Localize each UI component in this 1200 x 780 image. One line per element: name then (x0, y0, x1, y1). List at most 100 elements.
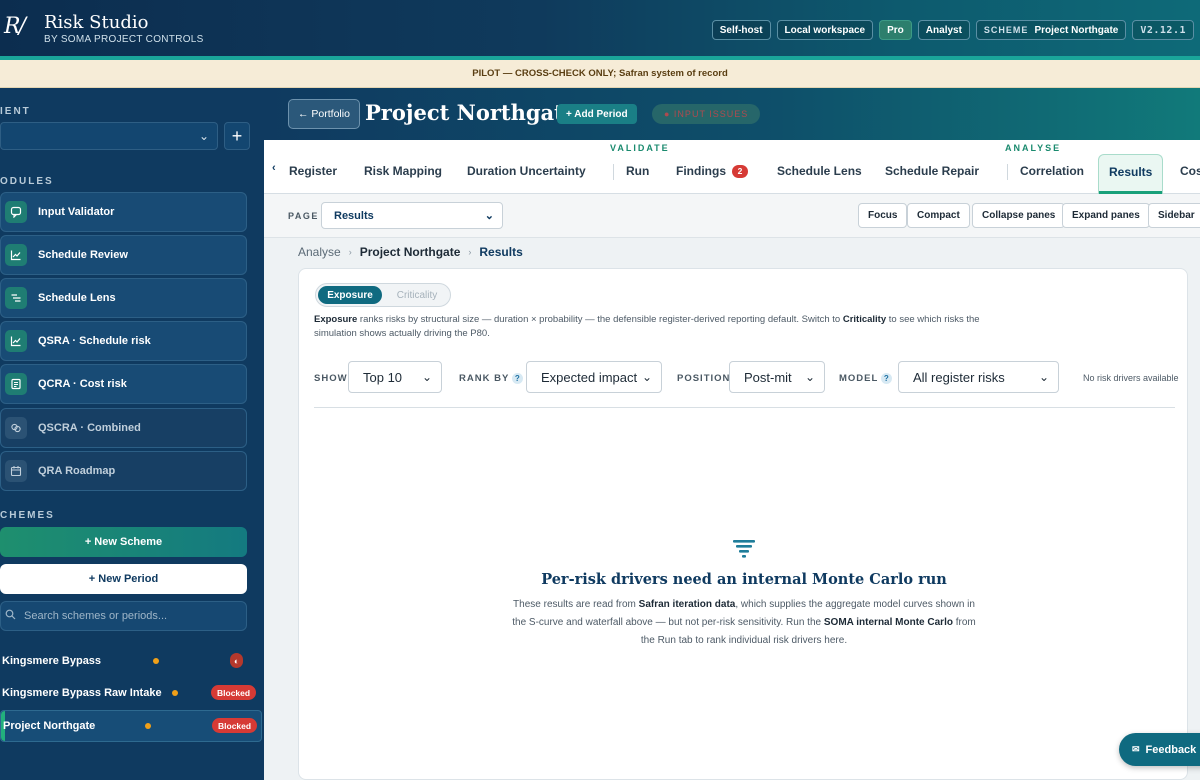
help-icon[interactable]: ? (512, 373, 524, 384)
tab-register[interactable]: Register (289, 164, 337, 178)
feedback-label: Feedback (1145, 743, 1197, 756)
pro-pill[interactable]: Pro (879, 20, 912, 40)
sidebar-button[interactable]: Sidebar (1148, 203, 1200, 228)
tab-correlation[interactable]: Correlation (1020, 164, 1084, 178)
search-placeholder: Search schemes or periods... (24, 610, 168, 622)
tab-group-analyse: ANALYSE (1005, 143, 1062, 153)
app-header: R/ Risk Studio BY SOMA PROJECT CONTROLS … (0, 0, 1200, 56)
module-qcra[interactable]: QCRA · Cost risk (0, 364, 247, 404)
rank-by-select-value: Expected impact (541, 369, 638, 385)
tab-schedule-repair[interactable]: Schedule Repair (885, 164, 979, 178)
scheme-pill[interactable]: SCHEME Project Northgate (975, 20, 1127, 40)
controls-divider (314, 407, 1175, 408)
scheme-row-kingsmere[interactable]: Kingsmere Bypass ◐ (0, 645, 262, 677)
scheme-pill-key: SCHEME (983, 25, 1029, 35)
module-label: QSCRA · Combined (38, 422, 141, 434)
compact-button[interactable]: Compact (907, 203, 970, 228)
module-schedule-lens[interactable]: Schedule Lens (0, 278, 247, 318)
rank-by-label: RANK BY? (459, 373, 524, 384)
chevron-down-icon: ⌄ (804, 370, 815, 384)
header-pills: Self-host Local workspace Pro Analyst SC… (711, 20, 1194, 40)
toggle-exposure[interactable]: Exposure (318, 286, 382, 304)
model-select[interactable]: All register risks ⌄ (898, 361, 1059, 393)
module-qscra[interactable]: QSCRA · Combined (0, 408, 247, 448)
exposure-criticality-toggle[interactable]: Exposure Criticality (315, 283, 451, 307)
status-dot (145, 723, 151, 729)
scheme-row-kingsmere-raw[interactable]: Kingsmere Bypass Raw Intake Blocked (0, 677, 262, 709)
rank-by-select[interactable]: Expected impact ⌄ (526, 361, 662, 393)
position-select-value: Post-mit (744, 369, 792, 385)
doc-icon (5, 373, 27, 395)
project-header: ← Portfolio Project Northgate + Add Peri… (264, 88, 1200, 140)
workspace-pill[interactable]: Local workspace (776, 20, 874, 40)
chevron-down-icon: ⌄ (198, 129, 209, 143)
breadcrumb-separator: › (468, 247, 472, 257)
chevron-down-icon: ⌄ (1038, 370, 1049, 384)
model-label: MODEL? (839, 373, 893, 384)
chart-icon (5, 330, 27, 352)
page-toolbar: PAGE Results ⌄ Focus Compact Collapse pa… (264, 194, 1200, 238)
role-pill[interactable]: Analyst (917, 20, 970, 40)
status-dot (172, 690, 178, 696)
desc-criticality: Criticality (842, 314, 887, 325)
expand-panes-button[interactable]: Expand panes (1062, 203, 1150, 228)
new-period-button[interactable]: + New Period (0, 564, 247, 594)
client-section-label: IENT (0, 106, 31, 117)
module-schedule-review[interactable]: Schedule Review (0, 235, 247, 275)
show-select[interactable]: Top 10 ⌄ (348, 361, 442, 393)
tab-divider (613, 164, 614, 180)
module-label: QRA Roadmap (38, 465, 116, 477)
feedback-button[interactable]: ✉ Feedback (1119, 733, 1200, 766)
module-label: Schedule Review (38, 249, 128, 261)
page-select[interactable]: Results ⌄ (321, 202, 503, 229)
selfhost-pill[interactable]: Self-host (711, 20, 771, 40)
tab-results[interactable]: Results (1098, 154, 1164, 194)
funnel-icon (733, 540, 755, 558)
desc-text-1: ranks risks by structural size — duratio… (357, 314, 843, 325)
version-pill: V2.12.1 (1132, 20, 1194, 40)
scheme-search-field[interactable]: Search schemes or periods... (0, 601, 247, 631)
chevron-left-icon[interactable]: ‹ (272, 162, 276, 174)
desc-exposure: Exposure (314, 314, 358, 325)
show-label: SHOW (314, 373, 348, 384)
help-icon[interactable]: ? (881, 373, 893, 384)
collapse-panes-button[interactable]: Collapse panes (972, 203, 1066, 228)
results-card: Exposure Criticality Exposure ranks risk… (298, 268, 1188, 780)
scheme-pill-value: Project Northgate (1034, 24, 1119, 36)
new-scheme-button[interactable]: + New Scheme (0, 527, 247, 557)
position-label: POSITION (677, 373, 731, 384)
client-select[interactable]: ⌄ (0, 122, 218, 150)
focus-button[interactable]: Focus (858, 203, 908, 228)
module-input-validator[interactable]: Input Validator (0, 192, 247, 232)
breadcrumb-project[interactable]: Project Northgate (360, 245, 461, 259)
breadcrumb-analyse[interactable]: Analyse (298, 245, 341, 259)
tab-cost[interactable]: Cos (1180, 164, 1200, 178)
tab-risk-mapping[interactable]: Risk Mapping (364, 164, 442, 178)
tab-group-validate: VALIDATE (610, 143, 670, 153)
chart-icon (5, 244, 27, 266)
tab-duration-uncertainty[interactable]: Duration Uncertainty (467, 164, 586, 178)
page-select-value: Results (334, 209, 374, 222)
tab-run[interactable]: Run (626, 164, 649, 178)
portfolio-button[interactable]: ← Portfolio (288, 99, 360, 129)
add-client-button[interactable]: + (224, 122, 250, 150)
position-select[interactable]: Post-mit ⌄ (729, 361, 825, 393)
add-period-button[interactable]: + Add Period (557, 104, 637, 124)
schemes-section-label: CHEMES (0, 510, 55, 521)
calendar-icon (5, 460, 27, 482)
safran-data-emphasis: Safran iteration data (638, 599, 736, 610)
app-logo[interactable]: R/ (4, 14, 26, 39)
scheme-row-northgate[interactable]: Project Northgate Blocked (0, 710, 262, 742)
tab-findings-label: Findings (676, 164, 726, 178)
toggle-criticality[interactable]: Criticality (386, 286, 448, 304)
blocked-badge: Blocked (211, 685, 257, 700)
tab-divider (1007, 164, 1008, 180)
input-issues-badge[interactable]: ● INPUT ISSUES (652, 104, 761, 124)
blocked-badge: Blocked (212, 718, 258, 733)
tab-findings[interactable]: Findings 2 (676, 164, 748, 178)
lines-icon (5, 287, 27, 309)
module-qsra[interactable]: QSRA · Schedule risk (0, 321, 247, 361)
module-qra-roadmap[interactable]: QRA Roadmap (0, 451, 247, 491)
tab-schedule-lens[interactable]: Schedule Lens (777, 164, 862, 178)
search-icon (5, 609, 16, 623)
